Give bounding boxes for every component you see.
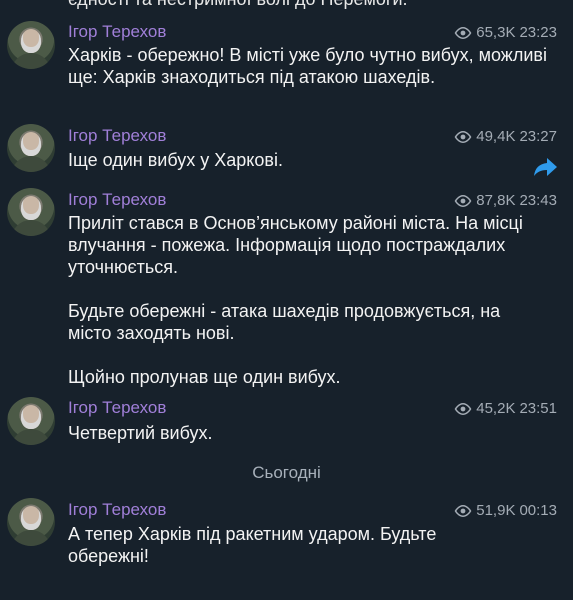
avatar-shoulders: [11, 530, 51, 546]
views-count: 87,8K: [476, 192, 516, 209]
avatar-shoulders: [11, 429, 51, 445]
message-paragraph: Будьте обережні - атака шахедів продовжу…: [68, 301, 501, 343]
message-text: Харків - обережно! В місті уже було чутн…: [68, 44, 548, 88]
message-text: А тепер Харків під ракетним ударом. Будь…: [68, 523, 468, 567]
message-paragraph: Щойно пролунав ще один вибух.: [68, 367, 341, 387]
date-separator: Сьогодні: [252, 463, 321, 482]
forward-icon[interactable]: [533, 156, 559, 178]
message-text: Іще один вибух у Харкові.: [68, 149, 548, 171]
message-author[interactable]: Ігор Терехов: [68, 22, 166, 42]
message-paragraph: Харків - обережно! В місті уже було чутн…: [68, 45, 547, 87]
message-meta: 51,9K 00:13: [454, 502, 557, 520]
message-paragraph: Четвертий вибух.: [68, 423, 213, 443]
views-count: 65,3K: [476, 24, 516, 41]
message-time: 23:43: [519, 192, 557, 209]
message-meta: 65,3K 23:23: [454, 24, 557, 42]
eye-icon: [454, 131, 472, 143]
message-paragraph: Іще один вибух у Харкові.: [68, 150, 283, 170]
avatar-face: [21, 132, 41, 156]
eye-icon: [454, 195, 472, 207]
message-author[interactable]: Ігор Терехов: [68, 190, 166, 210]
previous-message-text: єдності та нестримної волі до Перемоги.: [68, 0, 408, 10]
avatar-shoulders: [11, 156, 51, 172]
message-meta: 45,2K 23:51: [454, 400, 557, 418]
message-time: 23:23: [519, 24, 557, 41]
message-meta: 87,8K 23:43: [454, 192, 557, 210]
avatar-shoulders: [11, 220, 51, 236]
avatar[interactable]: [7, 188, 55, 236]
message-meta: 49,4K 23:27: [454, 128, 557, 146]
avatar[interactable]: [7, 498, 55, 546]
eye-icon: [454, 505, 472, 517]
avatar-shoulders: [11, 53, 51, 69]
avatar[interactable]: [7, 397, 55, 445]
message-author[interactable]: Ігор Терехов: [68, 126, 166, 146]
message-author[interactable]: Ігор Терехов: [68, 398, 166, 418]
views-count: 49,4K: [476, 128, 516, 145]
avatar[interactable]: [7, 124, 55, 172]
message-text: Четвертий вибух.: [68, 422, 548, 444]
avatar-face: [21, 405, 41, 429]
views-count: 51,9K: [476, 502, 516, 519]
avatar[interactable]: [7, 21, 55, 69]
message-text: Приліт стався в Основ’янському районі мі…: [68, 212, 548, 388]
message-time: 23:51: [519, 400, 557, 417]
eye-icon: [454, 403, 472, 415]
avatar-face: [21, 506, 41, 530]
message-paragraph: Приліт стався в Основ’янському районі мі…: [68, 213, 523, 277]
eye-icon: [454, 27, 472, 39]
avatar-face: [21, 29, 41, 53]
message-time: 00:13: [519, 502, 557, 519]
avatar-face: [21, 196, 41, 220]
views-count: 45,2K: [476, 400, 516, 417]
message-paragraph: А тепер Харків під ракетним ударом. Будь…: [68, 524, 437, 566]
message-time: 23:27: [519, 128, 557, 145]
message-author[interactable]: Ігор Терехов: [68, 500, 166, 520]
